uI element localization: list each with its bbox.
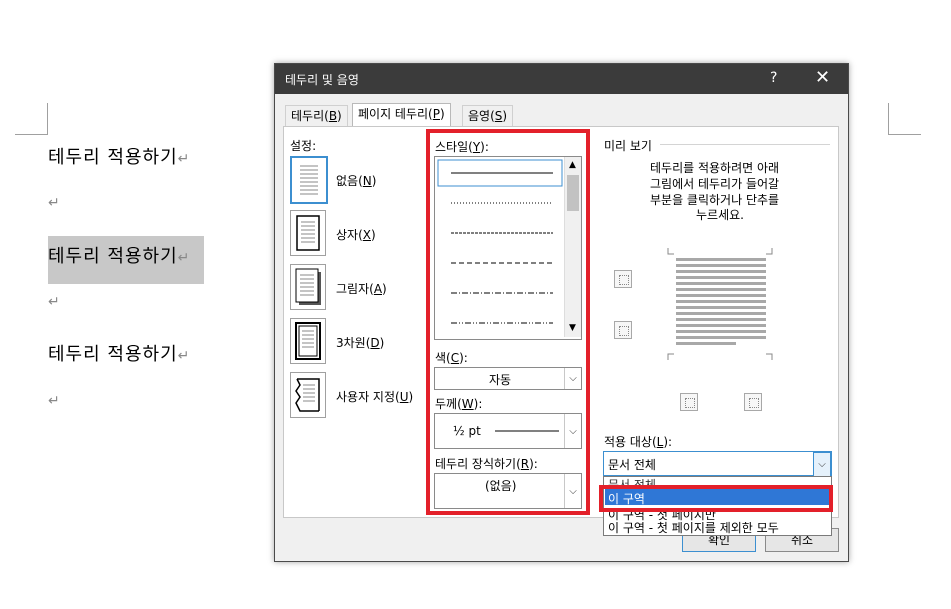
close-button[interactable]: ✕ (815, 67, 830, 88)
access-key: X (362, 228, 371, 242)
setting-custom-icon[interactable] (290, 372, 326, 418)
label-text: 없음( (336, 174, 363, 188)
preview-page[interactable] (664, 246, 776, 362)
apply-to-dropdown[interactable]: 문서 전체 ⌵ (603, 451, 832, 477)
tab-access-key: P (432, 107, 440, 121)
title-bar[interactable]: 테두리 및 음영 ? ✕ (275, 64, 848, 94)
document-line-text: 테두리 적용하기 (48, 147, 178, 168)
tab-label-end: ) (337, 109, 342, 123)
label-text: 사용자 지정( (336, 390, 400, 404)
paragraph-mark: ↵ (48, 195, 60, 211)
highlight-frame-style (426, 129, 590, 515)
chevron-down-icon[interactable]: ⌵ (813, 452, 831, 477)
preview-heading: 미리 보기 (604, 139, 652, 153)
label-end: ) (371, 174, 377, 188)
tab-label-end: ) (440, 107, 445, 121)
apply-to-label: 적용 대상(L): (604, 433, 672, 450)
right-border-button[interactable] (744, 393, 762, 411)
document-line-2-selected[interactable]: 테두리 적용하기↵ (48, 242, 190, 268)
preview-page-graphic (667, 248, 773, 360)
document-line-1[interactable]: 테두리 적용하기↵ (48, 143, 190, 169)
preview-instruction-line-4: 누르세요. (696, 208, 744, 222)
paragraph-mark: ↵ (48, 294, 60, 310)
document-line-3[interactable]: 테두리 적용하기↵ (48, 340, 190, 366)
option-this-section-except-first[interactable]: 이 구역 - 첫 페이지를 제외한 모두 (608, 519, 779, 536)
left-border-button[interactable] (680, 393, 698, 411)
label-end: ) (371, 228, 376, 242)
access-key: N (362, 174, 372, 188)
tab-page-border[interactable]: 페이지 테두리(P) (352, 103, 451, 127)
apply-to-value: 문서 전체 (608, 458, 656, 472)
bottom-border-button[interactable] (614, 321, 632, 339)
document-line-text: 테두리 적용하기 (48, 344, 178, 365)
help-button[interactable]: ? (770, 70, 777, 86)
setting-none-label[interactable]: 없음(N) (336, 172, 376, 189)
tab-borders[interactable]: 테두리(B) (285, 105, 348, 126)
access-key: A (373, 282, 383, 296)
setting-3d-label[interactable]: 3차원(D) (336, 334, 384, 351)
top-border-button[interactable] (614, 270, 632, 288)
box-border-icon (296, 215, 320, 251)
highlight-frame-this-section (599, 485, 833, 512)
document-line-text: 테두리 적용하기 (48, 246, 178, 267)
tab-label: 페이지 테두리( (358, 107, 433, 121)
preview-instruction-line-1: 테두리를 적용하려면 아래 (650, 161, 780, 175)
setting-shadow-icon[interactable] (290, 264, 326, 310)
access-key: D (370, 336, 380, 350)
label-end: ) (382, 282, 387, 296)
tab-label: 음영( (468, 109, 495, 123)
setting-box-label[interactable]: 상자(X) (336, 226, 376, 243)
label-text: 3차원( (336, 336, 371, 350)
label-end: ) (379, 336, 385, 350)
setting-shadow-label[interactable]: 그림자(A) (336, 280, 387, 297)
tab-shading[interactable]: 음영(S) (462, 105, 514, 126)
access-key: U (399, 390, 409, 404)
paragraph-mark: ↵ (48, 393, 60, 409)
preview-instruction-line-2: 그림에서 테두리가 들어갈 (650, 177, 780, 191)
tab-label: 테두리( (291, 109, 329, 123)
label-end: ) (408, 390, 414, 404)
shadow-border-icon (295, 268, 321, 305)
3d-border-icon (295, 322, 321, 360)
setting-none-icon[interactable] (290, 156, 328, 204)
custom-border-icon (295, 378, 320, 412)
label-text: 그림자( (336, 282, 374, 296)
crop-mark-top-right (888, 103, 921, 135)
crop-mark-top-left (15, 103, 48, 135)
paragraph-mark: ↵ (177, 348, 191, 364)
setting-custom-label[interactable]: 사용자 지정(U) (336, 388, 413, 405)
label-text: 적용 대상( (604, 435, 657, 449)
dialog-title: 테두리 및 음영 (285, 73, 359, 87)
label-text: 상자( (336, 228, 363, 242)
paragraph-mark: ↵ (177, 151, 191, 167)
page-lines-icon (300, 165, 318, 195)
setting-box-icon[interactable] (290, 210, 326, 256)
tab-access-key: B (328, 109, 338, 123)
paragraph-mark: ↵ (177, 250, 191, 266)
setting-3d-icon[interactable] (290, 318, 326, 364)
settings-heading: 설정: (290, 139, 317, 153)
tab-label-end: ) (502, 109, 508, 123)
preview-divider (660, 144, 830, 145)
label-end: ): (663, 435, 673, 449)
